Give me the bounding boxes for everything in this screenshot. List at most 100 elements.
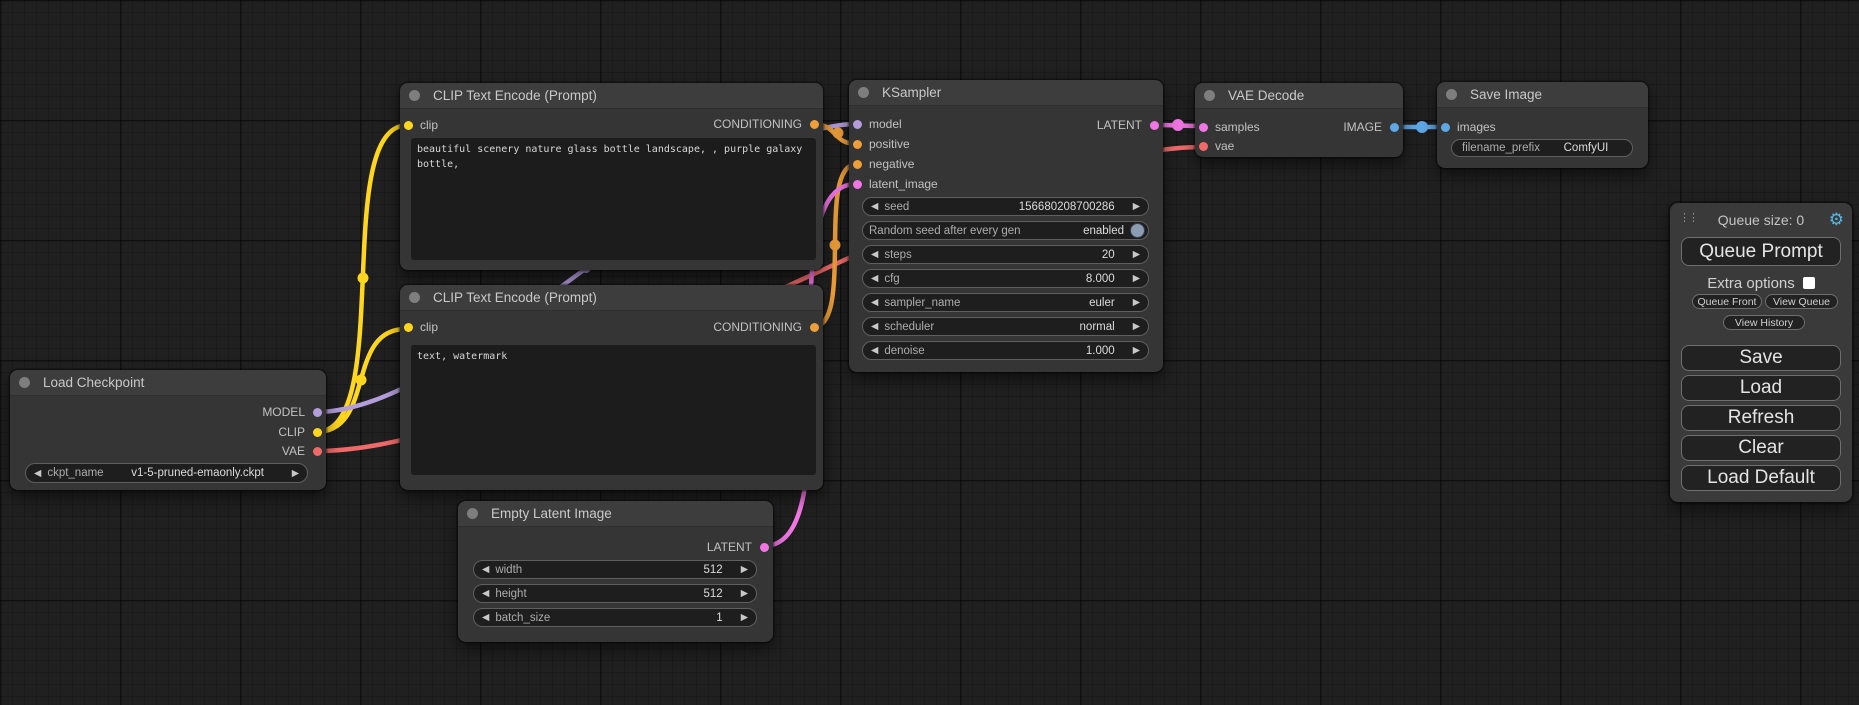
steps-widget[interactable]: steps 20 (862, 245, 1149, 264)
widget-label: denoise (884, 345, 924, 357)
denoise-widget[interactable]: denoise 1.000 (862, 341, 1149, 360)
collapse-dot-icon[interactable] (467, 508, 478, 519)
widget-value: normal (1080, 321, 1133, 333)
input-slot-samples[interactable] (1199, 123, 1208, 132)
next-arrow-icon[interactable] (1133, 345, 1148, 356)
output-slot-conditioning[interactable] (810, 120, 819, 129)
next-arrow-icon[interactable] (741, 612, 756, 623)
collapse-dot-icon[interactable] (1204, 90, 1215, 101)
next-arrow-icon[interactable] (1133, 201, 1148, 212)
node-titlebar[interactable]: Load Checkpoint (10, 370, 326, 396)
prev-arrow-icon[interactable] (863, 297, 878, 308)
node-ksampler[interactable]: KSampler model positive negative latent_… (849, 80, 1163, 372)
prev-arrow-icon[interactable] (863, 345, 878, 356)
input-slot-negative[interactable] (853, 160, 862, 169)
output-slot-conditioning[interactable] (810, 323, 819, 332)
view-history-button[interactable]: View History (1723, 315, 1805, 330)
next-arrow-icon[interactable] (292, 468, 307, 479)
output-slot-latent[interactable] (760, 543, 769, 552)
output-slot-image[interactable] (1390, 123, 1399, 132)
extra-options-checkbox[interactable] (1803, 277, 1815, 289)
node-titlebar[interactable]: CLIP Text Encode (Prompt) (400, 285, 823, 311)
node-load-checkpoint[interactable]: Load Checkpoint MODEL CLIP VAE ckpt_name… (10, 370, 326, 490)
input-slot-images[interactable] (1441, 123, 1450, 132)
input-slot-model[interactable] (853, 120, 862, 129)
next-arrow-icon[interactable] (1133, 273, 1148, 284)
next-arrow-icon[interactable] (741, 564, 756, 575)
width-widget[interactable]: width 512 (473, 560, 757, 579)
node-titlebar[interactable]: Save Image (1437, 82, 1648, 108)
output-slot-model[interactable] (313, 408, 322, 417)
view-queue-button[interactable]: View Queue (1765, 294, 1838, 309)
node-clip-text-encode-1[interactable]: CLIP Text Encode (Prompt) clip CONDITION… (400, 83, 823, 270)
next-arrow-icon[interactable] (1133, 249, 1148, 260)
slot-label: CONDITIONING (713, 320, 802, 334)
prev-arrow-icon[interactable] (474, 588, 489, 599)
refresh-button[interactable]: Refresh (1681, 405, 1841, 431)
next-arrow-icon[interactable] (1133, 297, 1148, 308)
slot-label: samples (1215, 120, 1260, 134)
input-slot-latent-image[interactable] (853, 180, 862, 189)
queue-panel: Queue size: 0 Queue Prompt Extra options… (1670, 203, 1852, 502)
widget-value: 156680208700286 (1019, 201, 1133, 213)
cfg-widget[interactable]: cfg 8.000 (862, 269, 1149, 288)
collapse-dot-icon[interactable] (858, 87, 869, 98)
node-title: CLIP Text Encode (Prompt) (433, 290, 597, 305)
slot-label: VAE (282, 444, 305, 458)
node-clip-text-encode-2[interactable]: CLIP Text Encode (Prompt) clip CONDITION… (400, 285, 823, 490)
widget-label: filename_prefix (1462, 142, 1540, 154)
queue-front-button[interactable]: Queue Front (1692, 294, 1762, 309)
link-midpoint-dot (1172, 119, 1184, 131)
node-empty-latent-image[interactable]: Empty Latent Image LATENT width 512 heig… (458, 501, 773, 642)
load-button[interactable]: Load (1681, 375, 1841, 401)
settings-gear-icon[interactable] (1829, 210, 1844, 230)
random-seed-widget[interactable]: Random seed after every gen enabled (862, 221, 1149, 240)
collapse-dot-icon[interactable] (409, 90, 420, 101)
next-arrow-icon[interactable] (1133, 321, 1148, 332)
load-default-button[interactable]: Load Default (1681, 465, 1841, 491)
batch-size-widget[interactable]: batch_size 1 (473, 608, 757, 627)
node-titlebar[interactable]: KSampler (849, 80, 1163, 106)
node-title: VAE Decode (1228, 88, 1304, 103)
collapse-dot-icon[interactable] (409, 292, 420, 303)
clear-button[interactable]: Clear (1681, 435, 1841, 461)
node-vae-decode[interactable]: VAE Decode samples vae IMAGE (1195, 83, 1403, 157)
node-titlebar[interactable]: CLIP Text Encode (Prompt) (400, 83, 823, 109)
queue-prompt-button[interactable]: Queue Prompt (1681, 237, 1841, 266)
seed-widget[interactable]: seed 156680208700286 (862, 197, 1149, 216)
save-button[interactable]: Save (1681, 345, 1841, 371)
node-save-image[interactable]: Save Image images filename_prefix ComfyU… (1437, 82, 1648, 168)
node-titlebar[interactable]: Empty Latent Image (458, 501, 773, 527)
prev-arrow-icon[interactable] (863, 321, 878, 332)
slot-label: LATENT (1097, 118, 1142, 132)
prev-arrow-icon[interactable] (863, 273, 878, 284)
slot-label: latent_image (869, 177, 938, 191)
input-slot-clip[interactable] (404, 121, 413, 130)
prev-arrow-icon[interactable] (474, 564, 489, 575)
prompt-textarea[interactable]: beautiful scenery nature glass bottle la… (411, 138, 816, 260)
collapse-dot-icon[interactable] (1446, 89, 1457, 100)
slot-label: clip (420, 118, 438, 132)
output-slot-vae[interactable] (313, 447, 322, 456)
toggle-icon[interactable] (1130, 223, 1145, 238)
widget-label: seed (884, 201, 909, 213)
prev-arrow-icon[interactable] (474, 612, 489, 623)
node-titlebar[interactable]: VAE Decode (1195, 83, 1403, 109)
prev-arrow-icon[interactable] (26, 468, 41, 479)
output-slot-latent[interactable] (1150, 121, 1159, 130)
prev-arrow-icon[interactable] (863, 249, 878, 260)
sampler-name-widget[interactable]: sampler_name euler (862, 293, 1149, 312)
prev-arrow-icon[interactable] (863, 201, 878, 212)
output-slot-clip[interactable] (313, 428, 322, 437)
filename-prefix-widget[interactable]: filename_prefix ComfyUI (1451, 139, 1633, 157)
collapse-dot-icon[interactable] (19, 377, 30, 388)
height-widget[interactable]: height 512 (473, 584, 757, 603)
input-slot-clip[interactable] (404, 323, 413, 332)
scheduler-widget[interactable]: scheduler normal (862, 317, 1149, 336)
slot-label: IMAGE (1343, 120, 1382, 134)
ckpt-name-widget[interactable]: ckpt_name v1-5-pruned-emaonly.ckpt (25, 463, 308, 483)
input-slot-positive[interactable] (853, 140, 862, 149)
next-arrow-icon[interactable] (741, 588, 756, 599)
input-slot-vae[interactable] (1199, 142, 1208, 151)
prompt-textarea[interactable]: text, watermark (411, 345, 816, 475)
